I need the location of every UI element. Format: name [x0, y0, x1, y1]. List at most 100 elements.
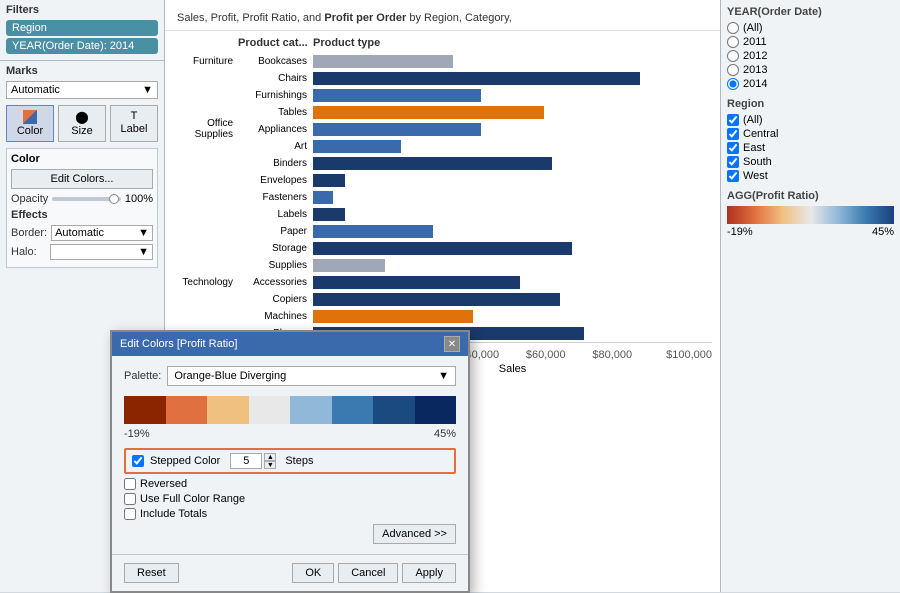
subcat-binders: Binders — [238, 158, 313, 169]
region-label-all: (All) — [743, 114, 763, 126]
filter-region[interactable]: Region — [6, 20, 158, 36]
table-row: Chairs — [173, 70, 712, 86]
border-dropdown[interactable]: Automatic ▼ — [51, 225, 153, 241]
swatch-7[interactable] — [373, 396, 415, 424]
dialog-action-buttons: OK Cancel Apply — [292, 563, 456, 583]
bar-binders — [313, 157, 712, 170]
color-subsection-title: Color — [11, 153, 153, 165]
agg-max-label: 45% — [872, 226, 894, 238]
border-dropdown-arrow: ▼ — [138, 227, 149, 239]
marks-size-btn[interactable]: ⬤ Size — [58, 105, 106, 142]
year-radio-all[interactable] — [727, 22, 739, 34]
year-radio-2011[interactable] — [727, 36, 739, 48]
cancel-button[interactable]: Cancel — [338, 563, 398, 583]
region-checkbox-west[interactable] — [727, 170, 739, 182]
subcat-storage: Storage — [238, 243, 313, 254]
bar-machines-fill — [313, 310, 473, 323]
palette-dropdown[interactable]: Orange-Blue Diverging ▼ — [167, 366, 456, 386]
marks-section: Marks Automatic ▼ Color ⬤ Size T Label — [0, 61, 164, 276]
table-row: Binders — [173, 155, 712, 171]
year-filter-title: YEAR(Order Date) — [727, 6, 894, 18]
swatch-4[interactable] — [249, 396, 291, 424]
col-header-product-type: Product type — [313, 37, 380, 49]
include-totals-option: Include Totals — [124, 508, 456, 520]
marks-label-btn[interactable]: T Label — [110, 105, 158, 142]
edit-colors-button[interactable]: Edit Colors... — [11, 169, 153, 189]
year-radio-2014[interactable] — [727, 78, 739, 90]
label-btn-label: Label — [121, 123, 148, 135]
steps-input[interactable] — [230, 453, 262, 469]
full-range-option: Use Full Color Range — [124, 493, 456, 505]
subcat-appliances: Appliances — [238, 124, 313, 135]
year-option-2014: 2014 — [727, 78, 894, 90]
swatch-1[interactable] — [124, 396, 166, 424]
swatch-6[interactable] — [332, 396, 374, 424]
color-strip[interactable] — [124, 396, 456, 424]
year-radio-2012[interactable] — [727, 50, 739, 62]
year-label-2014: 2014 — [743, 78, 767, 90]
swatch-3[interactable] — [207, 396, 249, 424]
region-checkbox-south[interactable] — [727, 156, 739, 168]
table-row: Furnishings — [173, 87, 712, 103]
label-icon: T — [131, 110, 138, 122]
region-checkbox-central[interactable] — [727, 128, 739, 140]
halo-dropdown[interactable]: ▼ — [50, 244, 153, 260]
subcat-copiers: Copiers — [238, 294, 313, 305]
agg-title: AGG(Profit Ratio) — [727, 190, 894, 202]
include-totals-checkbox[interactable] — [124, 508, 136, 520]
steps-up-button[interactable]: ▲ — [264, 453, 276, 461]
stepped-color-checkbox[interactable] — [132, 455, 144, 467]
agg-section: AGG(Profit Ratio) -19% 45% — [727, 190, 894, 238]
marks-type-dropdown[interactable]: Automatic ▼ — [6, 81, 158, 99]
year-radio-2013[interactable] — [727, 64, 739, 76]
subcat-accessories: Accessories — [238, 277, 313, 288]
chart-title-text2: by Region, Category, — [406, 12, 512, 24]
border-value: Automatic — [55, 227, 104, 239]
table-row: Technology Accessories — [173, 274, 712, 290]
bar-supplies-fill — [313, 259, 385, 272]
full-range-checkbox[interactable] — [124, 493, 136, 505]
swatch-2[interactable] — [166, 396, 208, 424]
swatch-5[interactable] — [290, 396, 332, 424]
region-checkbox-east[interactable] — [727, 142, 739, 154]
advanced-button[interactable]: Advanced >> — [373, 524, 456, 544]
marks-color-btn[interactable]: Color — [6, 105, 54, 142]
full-range-label: Use Full Color Range — [140, 493, 245, 505]
bar-chairs — [313, 72, 712, 85]
palette-value: Orange-Blue Diverging — [174, 370, 286, 382]
bar-storage — [313, 242, 712, 255]
dialog-title: Edit Colors [Profit Ratio] — [120, 338, 237, 350]
reversed-checkbox[interactable] — [124, 478, 136, 490]
halo-label: Halo: — [11, 246, 46, 258]
effects-section: Effects Border: Automatic ▼ Halo: ▼ — [11, 209, 153, 260]
swatch-8[interactable] — [415, 396, 457, 424]
apply-button[interactable]: Apply — [402, 563, 456, 583]
bar-supplies — [313, 259, 712, 272]
reset-button[interactable]: Reset — [124, 563, 179, 583]
subcat-tables: Tables — [238, 107, 313, 118]
halo-dropdown-arrow: ▼ — [138, 246, 149, 258]
steps-down-button[interactable]: ▼ — [264, 461, 276, 469]
bar-art-fill — [313, 140, 401, 153]
opacity-slider[interactable] — [52, 197, 121, 201]
region-label-east: East — [743, 142, 765, 154]
dialog-close-button[interactable]: ✕ — [444, 336, 460, 352]
year-option-all: (All) — [727, 22, 894, 34]
steps-spinners: ▲ ▼ — [264, 453, 276, 469]
bar-machines — [313, 310, 712, 323]
ok-button[interactable]: OK — [292, 563, 334, 583]
opacity-label: Opacity — [11, 193, 48, 205]
bar-furnishings — [313, 89, 712, 102]
x-tick-4: $80,000 — [579, 349, 646, 361]
table-row: Paper — [173, 223, 712, 239]
region-checkbox-all[interactable] — [727, 114, 739, 126]
effects-title: Effects — [11, 209, 153, 221]
bar-fasteners-fill — [313, 191, 333, 204]
color-btn-label: Color — [17, 125, 43, 137]
subcat-bookcases: Bookcases — [238, 56, 313, 67]
filter-year[interactable]: YEAR(Order Date): 2014 — [6, 38, 158, 54]
table-row: Furniture Bookcases — [173, 53, 712, 69]
bar-copiers-fill — [313, 293, 560, 306]
strip-min: -19% — [124, 428, 150, 440]
size-icon: ⬤ — [75, 110, 88, 124]
